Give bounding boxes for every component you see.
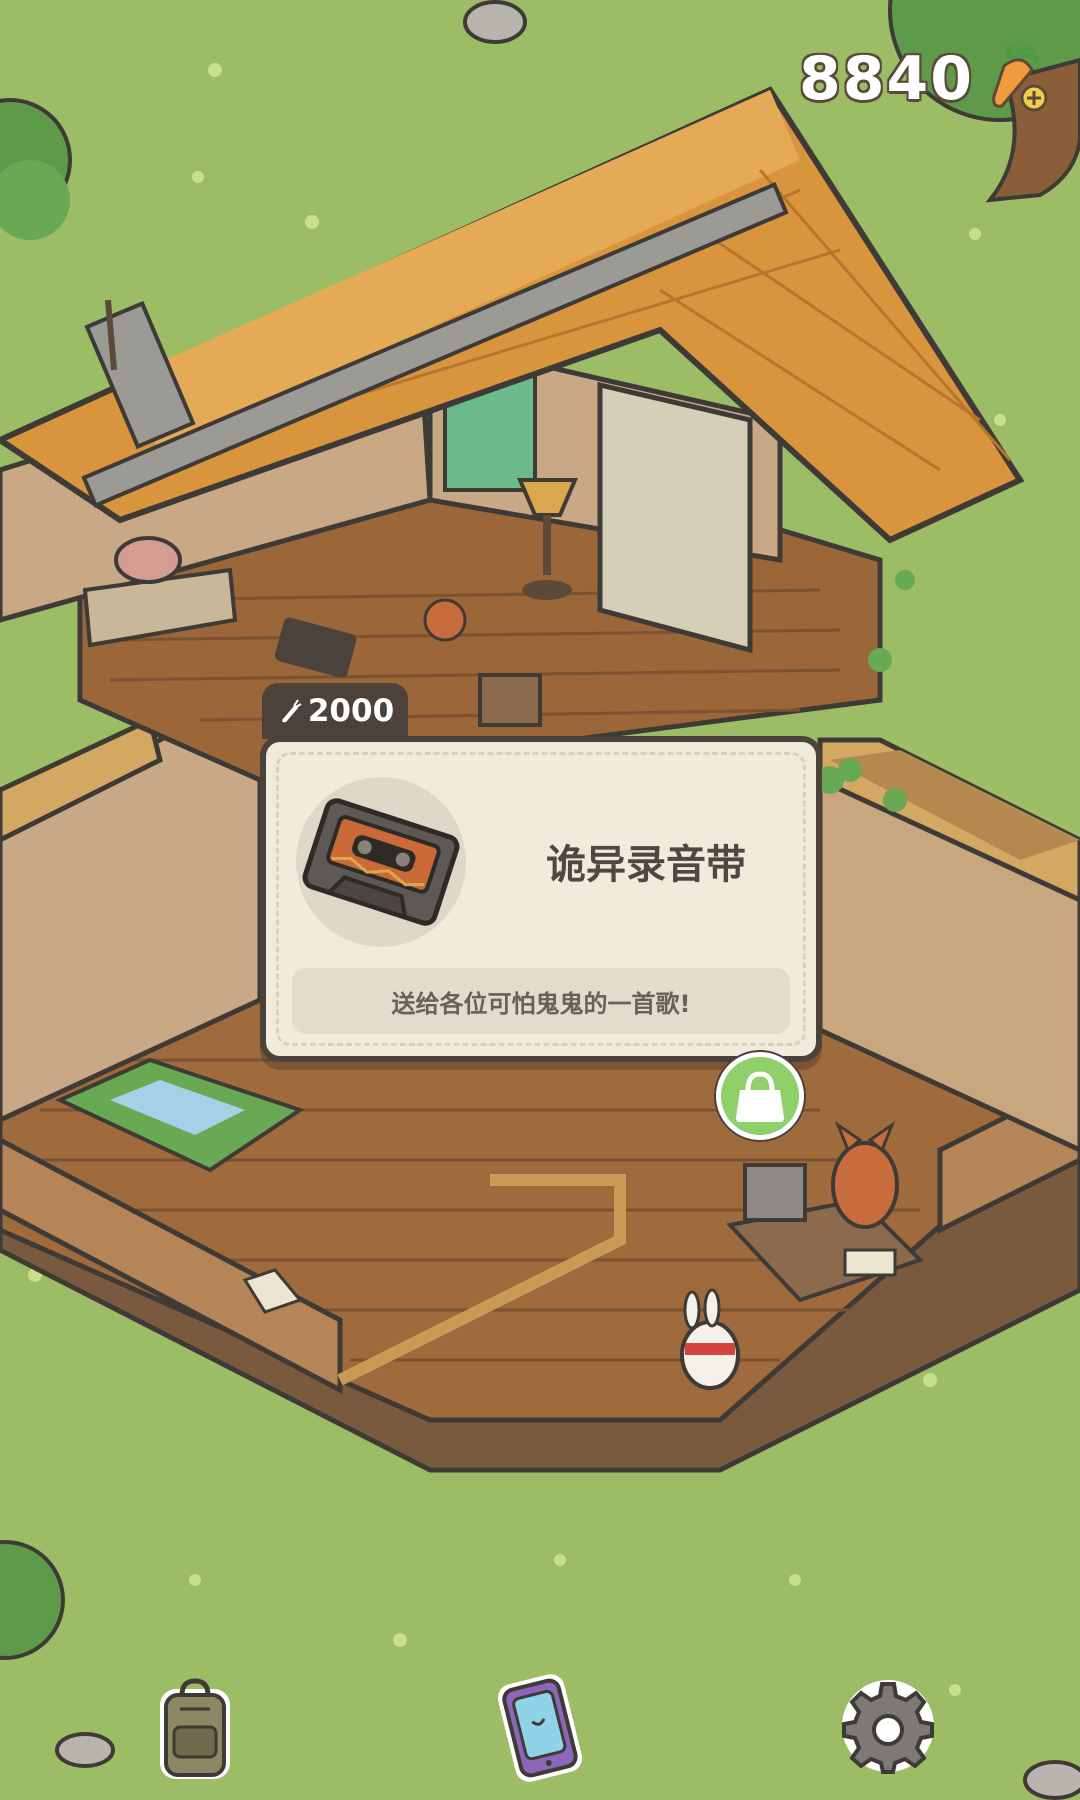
- price-value: 2000: [307, 693, 395, 729]
- currency-amount: 8840: [799, 44, 974, 114]
- carrot-currency[interactable]: 8840: [799, 44, 1052, 114]
- item-description: 送给各位可怕鬼鬼的一首歌!: [292, 968, 790, 1034]
- item-thumbnail: [296, 777, 466, 947]
- cassette-tape-icon: [302, 798, 460, 926]
- price-tag: 2000: [262, 683, 408, 739]
- item-title: 诡异录音带: [546, 842, 746, 888]
- gear-icon[interactable]: [838, 1676, 938, 1776]
- phone-icon[interactable]: [488, 1672, 592, 1784]
- shopping-bag-icon[interactable]: [714, 1050, 806, 1142]
- carrot-icon: [281, 699, 302, 723]
- carrot-plus-icon[interactable]: [982, 44, 1052, 114]
- item-card: 诡异录音带 送给各位可怕鬼鬼的一首歌!: [260, 736, 822, 1062]
- backpack-icon[interactable]: [150, 1675, 240, 1785]
